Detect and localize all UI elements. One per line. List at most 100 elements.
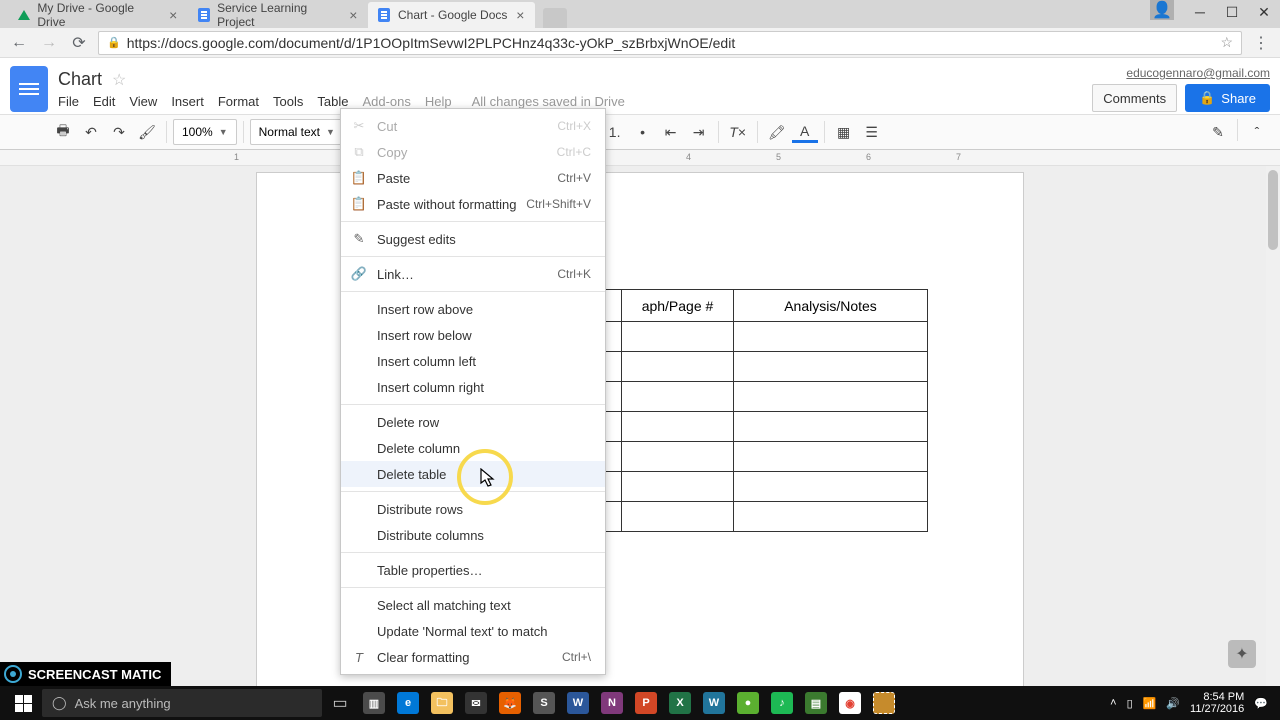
menu-format[interactable]: Format (218, 94, 259, 109)
ctx-delete-row[interactable]: Delete row (341, 409, 605, 435)
menu-insert[interactable]: Insert (171, 94, 204, 109)
chrome-profile-icon[interactable]: 👤 (1150, 0, 1174, 20)
horizontal-ruler[interactable]: 1 4 5 6 7 (0, 150, 1280, 166)
menu-help[interactable]: Help (425, 94, 452, 109)
browser-tab-drive[interactable]: My Drive - Google Drive × (8, 2, 188, 28)
taskbar-onenote-icon[interactable]: N (596, 689, 628, 717)
ctx-paste[interactable]: 📋PasteCtrl+V (341, 165, 605, 191)
tray-volume-icon[interactable]: 🔊 (1166, 697, 1180, 710)
browser-tab-chart[interactable]: Chart - Google Docs × (368, 2, 535, 28)
taskbar-clock[interactable]: 8:54 PM 11/27/2016 (1190, 691, 1244, 715)
document-title[interactable]: Chart (58, 69, 102, 90)
scrollbar-thumb[interactable] (1268, 170, 1278, 250)
taskbar-firefox-icon[interactable]: 🦊 (494, 689, 526, 717)
menu-table[interactable]: Table (317, 94, 348, 109)
back-button[interactable]: ← (8, 32, 30, 54)
taskbar-app[interactable]: S (528, 689, 560, 717)
taskbar-word-icon[interactable]: W (562, 689, 594, 717)
taskbar-spotify-icon[interactable]: ♪ (766, 689, 798, 717)
ctx-distribute-rows[interactable]: Distribute rows (341, 496, 605, 522)
decrease-indent-icon[interactable]: ⇤ (658, 119, 684, 145)
share-button[interactable]: 🔒 Share (1185, 84, 1270, 112)
comments-button[interactable]: Comments (1092, 84, 1177, 112)
ctx-insert-row-above[interactable]: Insert row above (341, 296, 605, 322)
editing-mode-icon[interactable]: ✎ (1205, 119, 1231, 145)
table-header-col3[interactable]: aph/Page # (622, 290, 734, 322)
menu-view[interactable]: View (129, 94, 157, 109)
browser-tab-service[interactable]: Service Learning Project × (188, 2, 368, 28)
bookmark-star-icon[interactable]: ☆ (1220, 34, 1233, 51)
menu-file[interactable]: File (58, 94, 79, 109)
minimize-button[interactable]: ─ (1184, 0, 1216, 24)
taskbar-explorer-icon[interactable]: 🗀 (426, 689, 458, 717)
tray-battery-icon[interactable]: ▯ (1127, 697, 1133, 710)
ctx-link[interactable]: 🔗Link…Ctrl+K (341, 261, 605, 287)
tray-wifi-icon[interactable]: 📶 (1143, 697, 1157, 710)
ctx-insert-col-left[interactable]: Insert column left (341, 348, 605, 374)
close-icon[interactable]: × (167, 8, 180, 22)
ctx-table-properties[interactable]: Table properties… (341, 557, 605, 583)
taskbar-recorder-icon[interactable] (868, 689, 900, 717)
new-tab-button[interactable] (543, 8, 567, 28)
document-canvas[interactable]: aph/Page # Analysis/Notes (0, 166, 1280, 686)
ctx-delete-table[interactable]: Delete table (341, 461, 605, 487)
taskbar-app[interactable]: W (698, 689, 730, 717)
ctx-copy[interactable]: ⧉CopyCtrl+C (341, 139, 605, 165)
fill-color-icon[interactable]: 🖍 (764, 119, 790, 145)
text-color-icon[interactable]: A (792, 121, 818, 143)
ctx-insert-col-right[interactable]: Insert column right (341, 374, 605, 400)
cortana-search[interactable]: ◯ Ask me anything (42, 689, 322, 717)
redo-icon[interactable]: ↷ (106, 119, 132, 145)
taskbar-chrome-icon[interactable]: ◉ (834, 689, 866, 717)
taskbar-mail-icon[interactable]: ✉ (460, 689, 492, 717)
start-button[interactable] (6, 688, 40, 718)
menu-edit[interactable]: Edit (93, 94, 115, 109)
ctx-paste-plain[interactable]: 📋Paste without formattingCtrl+Shift+V (341, 191, 605, 217)
increase-indent-icon[interactable]: ⇥ (686, 119, 712, 145)
address-bar[interactable]: 🔒 https://docs.google.com/document/d/1P1… (98, 31, 1242, 55)
undo-icon[interactable]: ↶ (78, 119, 104, 145)
tray-chevron-up-icon[interactable]: ˄ (1110, 697, 1116, 709)
menu-addons[interactable]: Add-ons (362, 94, 410, 109)
forward-button[interactable]: → (38, 32, 60, 54)
ctx-delete-column[interactable]: Delete column (341, 435, 605, 461)
chrome-menu-icon[interactable]: ⋮ (1250, 32, 1272, 54)
clear-formatting-icon[interactable]: T× (725, 119, 751, 145)
explore-button-icon[interactable]: ✦ (1228, 640, 1256, 668)
taskbar-excel-icon[interactable]: X (664, 689, 696, 717)
ctx-insert-row-below[interactable]: Insert row below (341, 322, 605, 348)
taskbar-edge-icon[interactable]: e (392, 689, 424, 717)
paint-format-icon[interactable]: 🖌 (134, 119, 160, 145)
collapse-toolbar-icon[interactable]: ˆ (1244, 119, 1270, 145)
menu-tools[interactable]: Tools (273, 94, 303, 109)
system-tray[interactable]: ˄ ▯ 📶 🔊 8:54 PM 11/27/2016 💬 (1110, 691, 1274, 715)
border-style-icon[interactable]: ☰ (859, 119, 885, 145)
google-docs-logo-icon[interactable] (10, 66, 48, 112)
ctx-update-normal-text[interactable]: Update 'Normal text' to match (341, 618, 605, 644)
windows-taskbar: ◯ Ask me anything ▭ ▥ e 🗀 ✉ 🦊 S W N P X … (0, 686, 1280, 720)
close-window-button[interactable]: ✕ (1248, 0, 1280, 24)
task-view-icon[interactable]: ▭ (324, 689, 356, 717)
star-document-icon[interactable]: ☆ (112, 70, 126, 90)
border-icon[interactable]: ▦ (831, 119, 857, 145)
taskbar-app[interactable]: ● (732, 689, 764, 717)
maximize-button[interactable]: ☐ (1216, 0, 1248, 24)
vertical-scrollbar[interactable] (1266, 166, 1280, 686)
ctx-cut[interactable]: ✂CutCtrl+X (341, 113, 605, 139)
table-header-col4[interactable]: Analysis/Notes (734, 290, 928, 322)
close-icon[interactable]: × (347, 8, 360, 22)
ctx-select-matching[interactable]: Select all matching text (341, 592, 605, 618)
bulleted-list-icon[interactable]: • (630, 119, 656, 145)
user-email[interactable]: educogennaro@gmail.com (1126, 66, 1270, 80)
taskbar-app[interactable]: ▥ (358, 689, 390, 717)
taskbar-powerpoint-icon[interactable]: P (630, 689, 662, 717)
notifications-icon[interactable]: 💬 (1254, 697, 1268, 710)
reload-button[interactable]: ⟳ (68, 32, 90, 54)
ctx-clear-formatting[interactable]: TClear formattingCtrl+\ (341, 644, 605, 670)
close-icon[interactable]: × (513, 8, 527, 22)
print-icon[interactable]: 🖶 (50, 119, 76, 145)
zoom-select[interactable]: 100%▼ (173, 119, 237, 145)
ctx-suggest-edits[interactable]: ✎Suggest edits (341, 226, 605, 252)
ctx-distribute-cols[interactable]: Distribute columns (341, 522, 605, 548)
taskbar-app[interactable]: ▤ (800, 689, 832, 717)
